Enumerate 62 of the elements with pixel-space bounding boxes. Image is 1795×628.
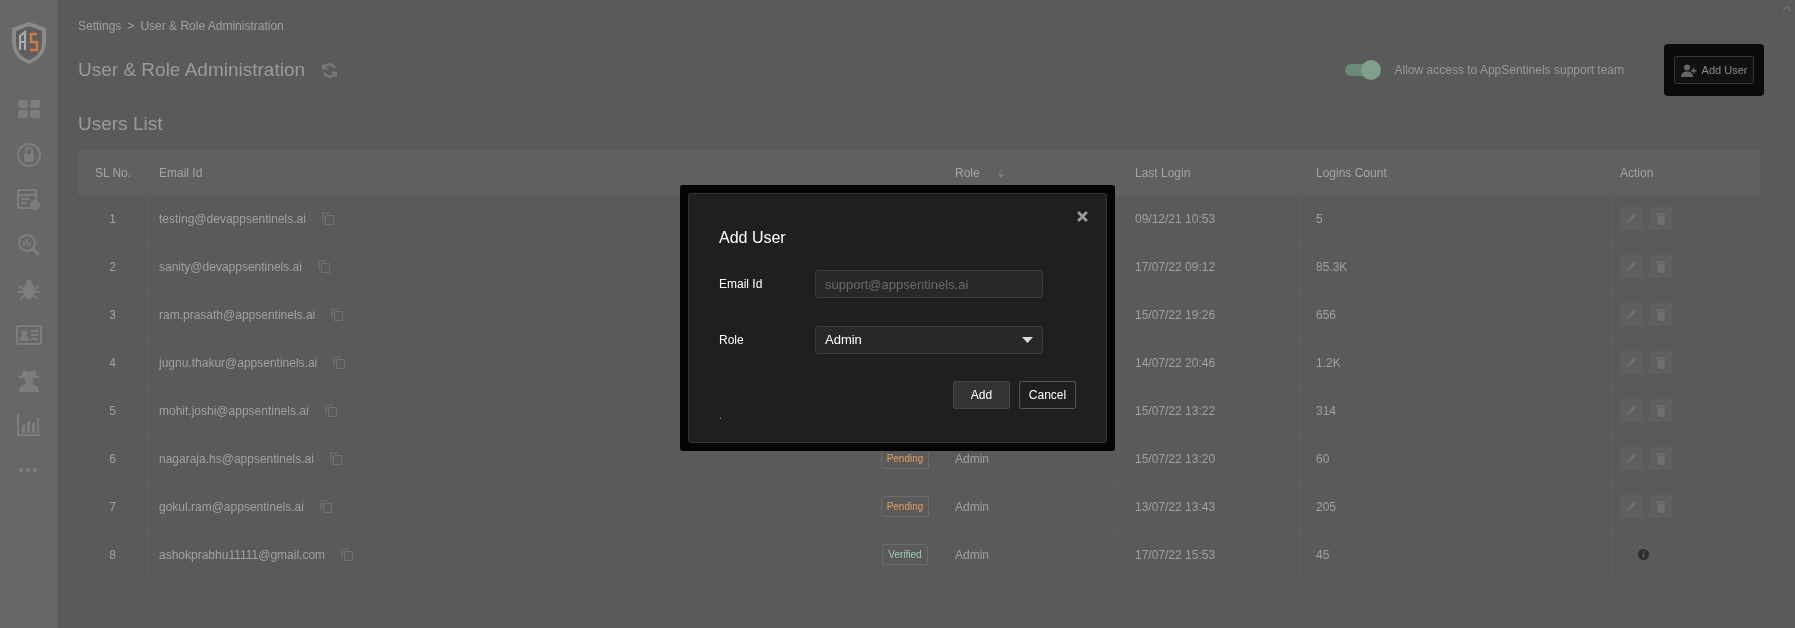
table-cell-text: 09/12/21 10:53 [1135,210,1216,228]
table-cell-text: 4 [109,354,116,372]
dialog-title: Add User [719,228,787,248]
table-cell-text: gokul.ram@appsentinels.ai [159,498,304,516]
table-cell-text: 6 [109,450,116,468]
table-cell-text: sanity@devappsentinels.ai [159,258,302,276]
section-title: Users List [78,112,164,136]
field-label: Email Id [719,276,764,293]
table-cell-text: 8 [109,546,116,564]
breadcrumb-separator: > [127,18,135,35]
user-plus-icon [1680,63,1697,77]
column-header: Last Login [1135,164,1191,182]
table-cell-text: Admin [955,450,989,468]
table-cell-text: 3 [109,306,116,324]
cancel-button[interactable]: Cancel [1019,381,1076,409]
table-cell-text: 7 [109,498,116,516]
table-cell-text: 13/07/22 13:43 [1135,498,1216,516]
table-cell-text: 1 [109,210,116,228]
table-cell-text: mohit.joshi@appsentinels.ai [159,402,309,420]
table-cell-text: ram.prasath@appsentinels.ai [159,306,316,324]
table-cell-text: 17/07/22 09:12 [1135,258,1216,276]
table-cell-text: Admin [955,546,989,564]
table-cell-text: 1.2K [1316,354,1341,372]
table-cell-text: jugnu.thakur@appsentinels.ai [159,354,318,372]
table-cell-text: ashokprabhu11111@gmail.com [159,546,326,564]
role-select[interactable]: Admin [815,326,1043,354]
note-text: . [719,411,723,421]
field-label: Role [719,332,745,349]
table-cell-text: 205 [1316,498,1337,516]
table-cell-text: 15/07/22 19:26 [1135,306,1216,324]
table-cell-text: 5 [1316,210,1323,228]
status-badge: Pending [880,496,930,517]
table-cell-text: 14/07/22 20:46 [1135,354,1216,372]
table-cell-text: nagaraja.hs@appsentinels.ai [159,450,314,468]
dropdown-caret-icon [1022,337,1033,343]
table-cell-text: 314 [1316,402,1337,420]
table-cell-text: 5 [109,402,116,420]
column-header: Logins Count [1316,164,1387,182]
sort-icon[interactable] [996,166,1005,179]
table-cell-text: 17/07/22 15:53 [1135,546,1216,564]
table-cell-text: testing@devappsentinels.ai [159,210,306,228]
info-icon[interactable] [1638,549,1649,560]
toggle-switch[interactable] [1344,60,1381,80]
close-icon[interactable] [1077,211,1088,222]
table-cell-text: 60 [1316,450,1330,468]
column-header: Email Id [159,164,203,182]
refresh-icon[interactable] [321,61,339,79]
table-cell-text: 85.3K [1316,258,1348,276]
table-cell-text: 45 [1316,546,1330,564]
table-cell-text: 2 [109,258,116,276]
email-input[interactable]: support@appsentinels.ai [815,270,1043,298]
page-title: User & Role Administration [78,57,306,82]
table-cell-text: 15/07/22 13:20 [1135,450,1216,468]
status-badge: Verified [882,544,928,565]
table-cell-text: Admin [955,498,989,516]
column-header: Action [1620,164,1654,182]
column-header: SL No. [94,164,132,182]
add-user-button[interactable]: Add User [1673,56,1755,84]
add-button[interactable]: Add [953,381,1010,409]
toggle-label: Allow access to AppSentinels support team [1394,62,1624,79]
table-cell-text: 656 [1316,306,1337,324]
table-cell-text: 15/07/22 13:22 [1135,402,1216,420]
